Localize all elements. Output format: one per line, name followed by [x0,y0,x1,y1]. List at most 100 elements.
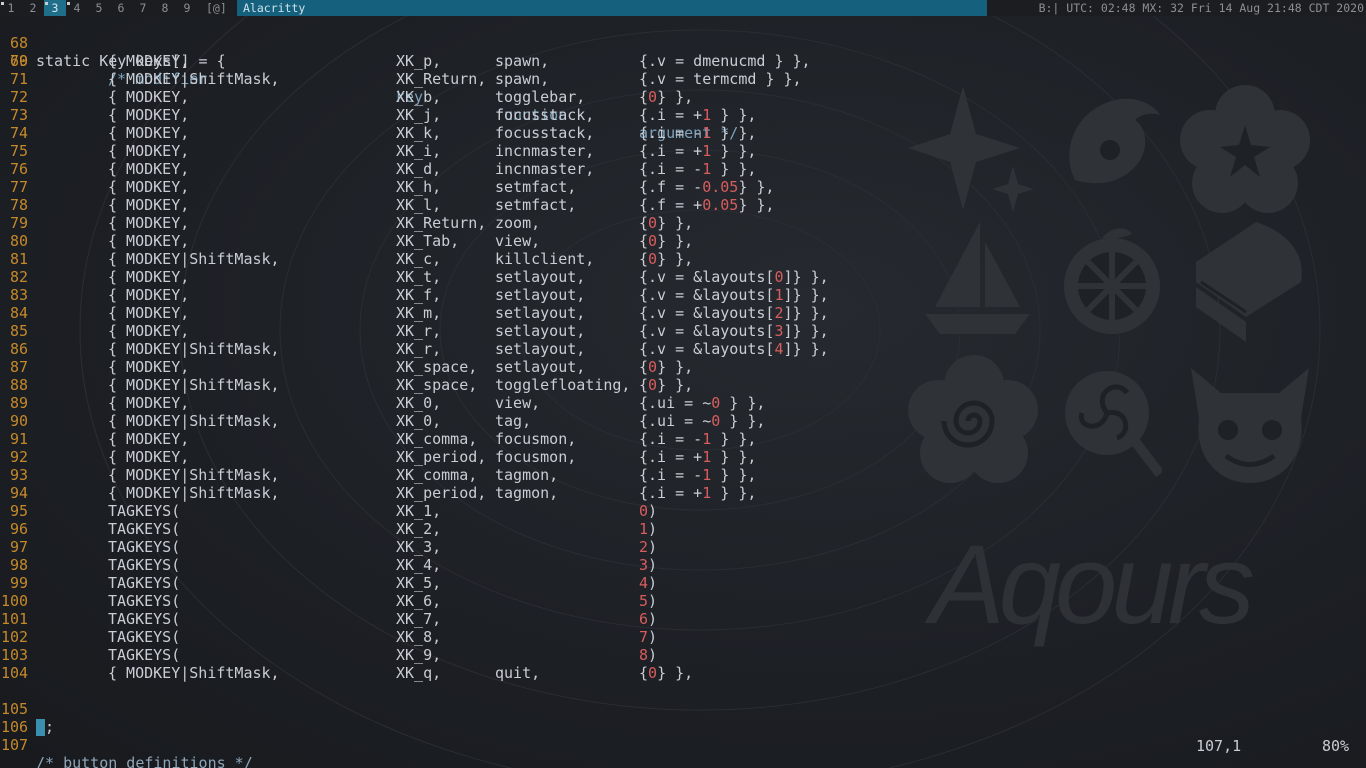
line-number: 70 [10,52,29,70]
modifier-text: { MODKEY, [108,322,190,340]
number-literal: 0 [711,394,721,412]
code-line: 98 TAGKEYS(XK_4, 3) [0,556,900,574]
line-number: 98 [10,556,29,574]
key-text: XK_b, [396,88,442,106]
number-literal: 1 [639,520,649,538]
key-text: XK_t, [396,268,442,286]
tag-9[interactable]: 9 [176,0,198,16]
code-line: 80 { MODKEY, XK_Tab, view, {0} }, [0,232,900,250]
code-line: 92 { MODKEY, XK_period, focusmon, {.i = +1 }… [0,448,900,466]
function-text: tag, [495,412,532,430]
line-number: 100 [1,592,29,610]
key-text: XK_Tab, [396,232,460,250]
tag-label: 6 [117,1,125,15]
line-number: 95 [10,502,29,520]
tag-3[interactable]: 3 [44,0,66,16]
modifier-text: { MODKEY, [108,52,190,70]
ship-icon [925,222,1030,334]
modifier-text: TAGKEYS( [108,520,181,538]
function-text: view, [495,394,541,412]
modifier-text: { MODKEY, [108,304,190,322]
code-line: 95 TAGKEYS(XK_1, 0) [0,502,900,520]
tag-label: 7 [139,1,147,15]
tag-8[interactable]: 8 [154,0,176,16]
tag-4[interactable]: 4 [66,0,88,16]
key-text: XK_comma, [396,466,478,484]
key-text: XK_i, [396,142,442,160]
modifier-text: { MODKEY, [108,394,190,412]
tag-1[interactable]: 1 [0,0,22,16]
modifier-text: TAGKEYS( [108,628,181,646]
function-text: setmfact, [495,178,577,196]
swirl-flower-icon [908,355,1038,483]
key-text: XK_Return, [396,70,487,88]
key-text: XK_r, [396,322,442,340]
line-number: 76 [10,160,29,178]
code-line: 81 { MODKEY|ShiftMask, XK_c, killclient, {0}… [0,250,900,268]
modifier-text: { MODKEY, [108,178,190,196]
argument-text: 3) [639,556,658,574]
line-number: 77 [10,178,29,196]
key-text: XK_9, [396,646,442,664]
function-text: tagmon, [495,484,559,502]
code-line: 72 { MODKEY, XK_b, togglebar, {0} }, [0,88,900,106]
function-text: focusmon, [495,430,577,448]
function-text: focusstack, [495,106,595,124]
function-text: quit, [495,664,541,682]
code-line: 103 TAGKEYS(XK_9, 8) [0,646,900,664]
key-text: XK_f, [396,286,442,304]
key-text: XK_c, [396,250,442,268]
tag-occupied-indicator [45,2,48,5]
code-line: 68 static Key keys[] = { [0,16,900,70]
code-line: 107 /* button definitions */ [0,718,900,768]
tag-5[interactable]: 5 [88,0,110,16]
argument-text: {.i = -1 } }, [639,124,757,142]
tag-label: 2 [29,1,37,15]
tag-6[interactable]: 6 [110,0,132,16]
key-text: XK_m, [396,304,442,322]
key-text: XK_0, [396,412,442,430]
tag-label: 9 [183,1,191,15]
modifier-text: { MODKEY, [108,268,190,286]
code-line: 91 { MODKEY, XK_comma, focusmon, {.i = -1 } … [0,430,900,448]
function-text: spawn, [495,52,550,70]
number-literal: 0 [648,232,658,250]
tag-2[interactable]: 2 [22,0,44,16]
key-text: XK_2, [396,520,442,538]
modifier-text: { MODKEY|ShiftMask, [108,466,280,484]
modifier-text: TAGKEYS( [108,610,181,628]
argument-text: {.i = +1 } }, [639,106,757,124]
function-text: setlayout, [495,286,586,304]
code-line: 106 [0,700,900,736]
modifier-text: { MODKEY|ShiftMask, [108,250,280,268]
line-number: 104 [1,664,29,682]
argument-text: {.v = &layouts[4]} }, [639,340,829,358]
argument-text: {.i = +1 } }, [639,142,757,160]
number-literal: 5 [639,592,649,610]
function-text: setlayout, [495,322,586,340]
key-text: XK_5, [396,574,442,592]
number-literal: 6 [639,610,649,628]
modifier-text: TAGKEYS( [108,538,181,556]
function-text: incnmaster, [495,160,595,178]
argument-text: {.i = +1 } }, [639,448,757,466]
flower-icon [1180,85,1310,213]
argument-text: {.ui = ~0 } }, [639,412,766,430]
modifier-text: { MODKEY, [108,160,190,178]
function-text: killclient, [495,250,595,268]
desktop-screen: { "bar": { "tags": [ {"label": "1", "dot… [0,0,1366,768]
line-number: 102 [1,628,29,646]
function-text: togglefloating, [495,376,631,394]
tag-7[interactable]: 7 [132,0,154,16]
number-literal: 1 [702,484,712,502]
argument-text: 1) [639,520,658,538]
code-line: 85 { MODKEY, XK_r, setlayout, {.v = &layouts… [0,322,900,340]
argument-text: {.v = &layouts[3]} }, [639,322,829,340]
argument-text: {.ui = ~0 } }, [639,394,766,412]
layout-indicator[interactable]: [@] [206,0,227,16]
number-literal: 3 [639,556,649,574]
argument-text: {.v = dmenucmd } }, [639,52,811,70]
key-text: XK_3, [396,538,442,556]
piano-icon [1196,222,1302,342]
code-line: 84 { MODKEY, XK_m, setlayout, {.v = &layouts… [0,304,900,322]
